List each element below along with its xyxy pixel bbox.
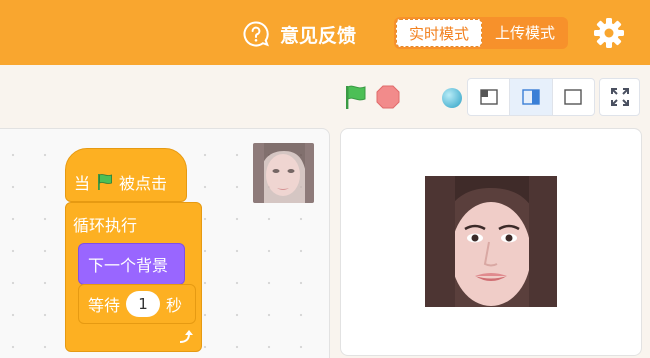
mode-switch: 实时模式 上传模式 — [394, 17, 568, 49]
top-bar: 意见反馈 实时模式 上传模式 — [0, 0, 650, 65]
fullscreen-icon — [610, 88, 629, 106]
loop-arrow-icon — [179, 330, 193, 343]
realtime-mode-tab[interactable]: 实时模式 — [396, 19, 482, 47]
sprite-thumbnail[interactable] — [253, 143, 314, 203]
wait-prefix: 等待 — [88, 296, 121, 315]
question-circle-icon — [243, 21, 269, 47]
next-backdrop-label: 下一个背景 — [88, 256, 169, 275]
feedback-button[interactable]: 意见反馈 — [242, 18, 356, 50]
hat-block-suffix: 被点击 — [119, 174, 168, 193]
when-flag-clicked-block[interactable]: 当 被点击 — [65, 148, 187, 202]
stage-sprite[interactable] — [425, 176, 557, 307]
stop-icon[interactable] — [376, 85, 400, 109]
wait-seconds-input[interactable]: 1 — [126, 291, 161, 317]
normal-stage-layout-icon — [522, 89, 540, 105]
wait-seconds-block[interactable]: 等待 1 秒 — [78, 284, 196, 324]
fullscreen-button[interactable] — [599, 78, 640, 116]
feedback-label: 意见反馈 — [280, 24, 357, 47]
green-flag-icon — [98, 174, 113, 190]
wait-suffix: 秒 — [166, 296, 183, 315]
small-stage-layout-button[interactable] — [468, 79, 511, 115]
stage-layout-toggle — [467, 78, 595, 116]
forever-block-label: 循环执行 — [73, 216, 138, 235]
stage-indicator-dot — [442, 88, 462, 108]
hat-block-prefix: 当 — [74, 174, 91, 193]
normal-stage-layout-button[interactable] — [510, 79, 553, 115]
gear-icon[interactable] — [592, 16, 626, 50]
large-stage-layout-icon — [564, 89, 583, 105]
upload-mode-tab[interactable]: 上传模式 — [484, 17, 566, 49]
small-stage-layout-icon — [479, 89, 498, 105]
large-stage-layout-button[interactable] — [553, 79, 594, 115]
green-flag-icon[interactable] — [343, 84, 369, 110]
next-backdrop-block[interactable]: 下一个背景 — [78, 243, 185, 285]
